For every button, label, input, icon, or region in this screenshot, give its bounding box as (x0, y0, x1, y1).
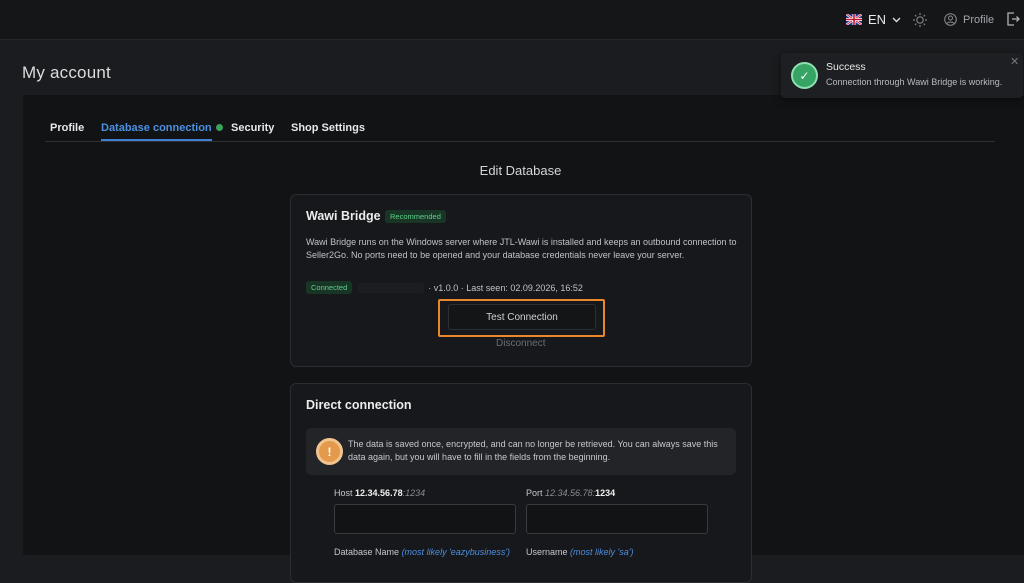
disconnect-button[interactable]: Disconnect (496, 338, 545, 349)
connection-status-row: Connected · v1.0.0 · Last seen: 02.09.20… (306, 281, 583, 294)
user-icon (944, 13, 957, 26)
tab-database-connection-label: Database connection (101, 122, 212, 134)
active-tab-indicator (101, 139, 212, 141)
language-selector[interactable]: EN (846, 12, 901, 27)
port-label-text: Port (526, 488, 543, 498)
host-port-hint: :1234 (402, 488, 426, 498)
host-label-text: Host (334, 488, 353, 498)
tab-profile[interactable]: Profile (50, 122, 84, 134)
language-label: EN (868, 12, 887, 27)
profile-label: Profile (963, 13, 995, 26)
profile-link[interactable]: Profile (944, 13, 994, 26)
version-info: · v1.0.0 · Last seen: 02.09.2026, 16:52 (428, 282, 583, 293)
warning-text: The data is saved once, encrypted, and c… (348, 439, 718, 462)
host-input[interactable] (334, 504, 516, 534)
toast-message: Connection through Wawi Bridge is workin… (826, 77, 1003, 87)
host-example: 12.34.56.78 (355, 488, 403, 498)
test-connection-button[interactable]: Test Connection (448, 304, 596, 330)
tab-database-connection[interactable]: Database connection (101, 122, 223, 134)
success-toast: ✓ Success Connection through Wawi Bridge… (781, 53, 1023, 98)
connected-badge: Connected (306, 281, 353, 294)
username-label: Username (most likely 'sa') (526, 547, 633, 557)
wawi-bridge-card: Wawi Bridge Recommended Wawi Bridge runs… (290, 194, 752, 367)
logout-icon[interactable] (1005, 11, 1021, 27)
tab-security[interactable]: Security (231, 122, 274, 134)
port-label: Port 12.34.56.78:1234 (526, 488, 615, 498)
redacted-field (358, 282, 425, 293)
direct-connection-title: Direct connection (306, 398, 412, 412)
username-label-text: Username (526, 547, 568, 557)
connected-status-dot (215, 124, 223, 131)
warning-box: ! The data is saved once, encrypted, and… (306, 428, 736, 475)
port-input[interactable] (526, 504, 708, 534)
uk-flag-icon (846, 14, 862, 25)
port-example: 1234 (595, 488, 616, 498)
warning-icon: ! (316, 438, 343, 465)
check-icon: ✓ (791, 62, 818, 89)
toast-title: Success (826, 61, 866, 73)
dbname-label-text: Database Name (334, 547, 400, 557)
dbname-label: Database Name (most likely 'eazybusiness… (334, 547, 510, 557)
top-bar: EN Profile (0, 0, 1024, 40)
wawi-bridge-title: Wawi Bridge (306, 209, 381, 223)
port-example-host: 12.34.56.78: (545, 488, 596, 498)
dbname-hint: (most likely 'eazybusiness') (401, 547, 511, 557)
account-tabs: Profile Database connection Security Sho… (45, 122, 995, 142)
host-label: Host 12.34.56.78:1234 (334, 488, 425, 498)
tab-shop-settings[interactable]: Shop Settings (291, 122, 365, 134)
username-hint: (most likely 'sa') (570, 547, 634, 557)
chevron-down-icon (892, 17, 901, 22)
section-title: Edit Database (479, 163, 562, 178)
recommended-badge: Recommended (385, 210, 446, 223)
page-title: My account (22, 63, 111, 82)
sun-icon[interactable] (912, 12, 928, 28)
close-icon[interactable]: ✕ (1010, 55, 1019, 68)
wawi-bridge-description: Wawi Bridge runs on the Windows server w… (306, 237, 737, 260)
direct-connection-card: Direct connection ! The data is saved on… (290, 383, 752, 583)
